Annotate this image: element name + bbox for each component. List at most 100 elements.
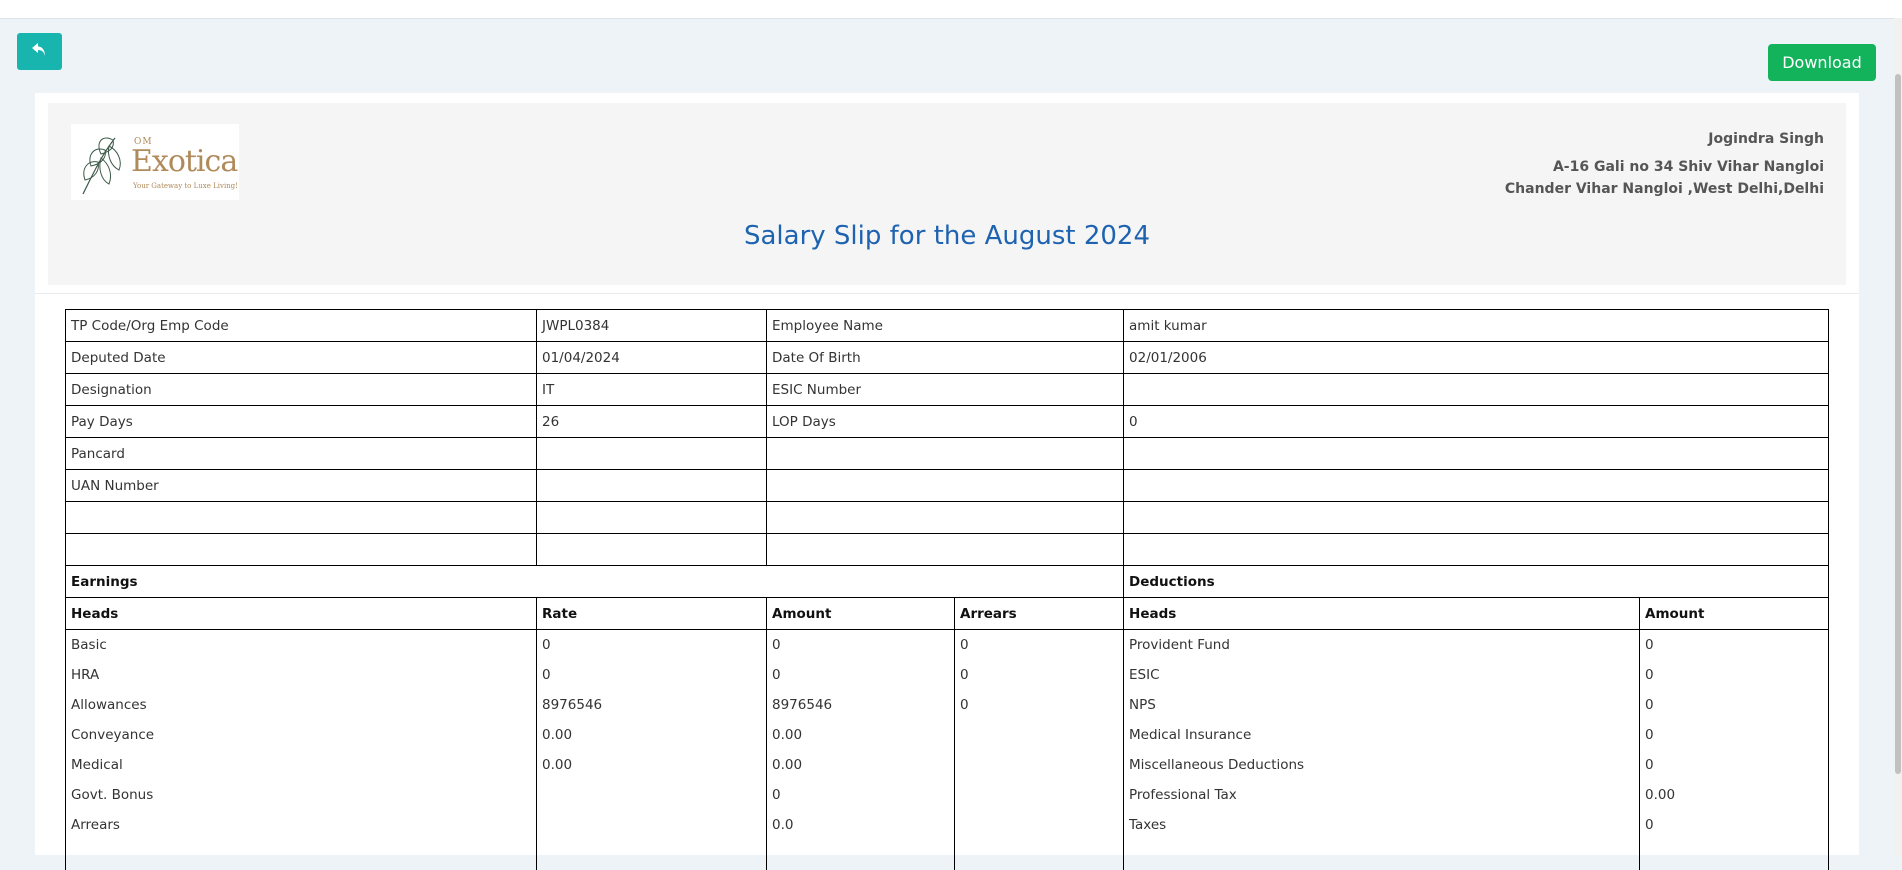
table-row: Basic 0 0 0 Provident Fund 0	[65, 629, 1830, 660]
pancard-value	[536, 437, 767, 470]
deduction-amount: 0	[1639, 660, 1830, 690]
table-cell	[65, 501, 537, 534]
earning-arrears: 0	[953, 660, 1125, 690]
deduction-head: ESIC	[1123, 660, 1641, 690]
company-logo: OM Exotica Your Gateway to Luxe Living!	[71, 124, 239, 200]
earning-rate	[536, 810, 767, 840]
earning-rate: 0	[536, 660, 767, 690]
uan-number-label: UAN Number	[65, 469, 537, 502]
deduction-head: Provident Fund	[1123, 629, 1641, 660]
company-name: Jogindra Singh	[1708, 131, 1824, 147]
top-bar	[0, 0, 1902, 19]
download-button[interactable]: Download	[1768, 44, 1876, 81]
deduction-amount: 0	[1639, 750, 1830, 780]
deductions-heads-header: Heads	[1123, 597, 1641, 630]
earning-arrears	[953, 720, 1125, 750]
lop-days-label: LOP Days	[765, 405, 1125, 438]
table-cell	[536, 533, 767, 566]
deduction-head: Medical Insurance	[1123, 720, 1641, 750]
deduction-head: Taxes	[1123, 810, 1641, 840]
slip-header: OM Exotica Your Gateway to Luxe Living! …	[48, 103, 1846, 285]
table-row: Conveyance 0.00 0.00 Medical Insurance 0	[65, 720, 1830, 750]
scrollbar-thumb[interactable]	[1895, 74, 1901, 774]
table-row: Pancard	[65, 437, 1830, 470]
salary-table: TP Code/Org Emp Code JWPL0384 Employee N…	[64, 309, 1830, 870]
earning-arrears	[953, 750, 1125, 780]
table-row: Allowances 8976546 8976546 0 NPS 0	[65, 690, 1830, 720]
table-cell	[765, 469, 1125, 502]
table-cell	[1123, 533, 1830, 566]
logo-name: Exotica	[131, 144, 238, 179]
slip-title: Salary Slip for the August 2024	[743, 221, 1151, 251]
column-header-row: Heads Rate Amount Arrears Heads Amount	[65, 597, 1830, 630]
table-cell	[765, 501, 1125, 534]
table-cell	[1123, 469, 1830, 502]
table-row: TP Code/Org Emp Code JWPL0384 Employee N…	[65, 309, 1830, 342]
table-cell	[765, 533, 1125, 566]
earning-head: Allowances	[65, 690, 537, 720]
table-row: Designation IT ESIC Number	[65, 373, 1830, 406]
earning-amount: 0.00	[766, 750, 955, 780]
earning-head: Basic	[65, 629, 537, 660]
company-address-line2: Chander Vihar Nangloi ,West Delhi,Delhi	[1504, 181, 1824, 197]
table-cell	[536, 501, 767, 534]
table-cell	[765, 437, 1125, 470]
table-row	[65, 501, 1830, 534]
table-cell	[1639, 840, 1830, 870]
table-cell	[1123, 840, 1641, 870]
uan-number-value	[536, 469, 767, 502]
earning-amount: 0	[766, 780, 955, 810]
deduction-head: Professional Tax	[1123, 780, 1641, 810]
earning-head: Medical	[65, 750, 537, 780]
designation-label: Designation	[65, 373, 537, 406]
logo-tagline: Your Gateway to Luxe Living!	[133, 182, 238, 190]
table-row: Arrears 0.0 Taxes 0	[65, 810, 1830, 840]
pancard-label: Pancard	[65, 437, 537, 470]
earning-head: HRA	[65, 660, 537, 690]
earning-amount: 8976546	[766, 690, 955, 720]
earning-arrears	[953, 810, 1125, 840]
esic-number-value	[1123, 373, 1830, 406]
deputed-date-value: 01/04/2024	[536, 341, 767, 374]
table-cell	[536, 840, 767, 870]
earning-head: Govt. Bonus	[65, 780, 537, 810]
designation-value: IT	[536, 373, 767, 406]
earning-rate: 0.00	[536, 720, 767, 750]
earnings-rate-header: Rate	[536, 597, 767, 630]
earning-rate: 0.00	[536, 750, 767, 780]
header-divider	[35, 293, 1859, 294]
table-row	[65, 533, 1830, 566]
back-button[interactable]	[17, 33, 62, 70]
earning-arrears	[953, 780, 1125, 810]
earnings-heads-header: Heads	[65, 597, 537, 630]
back-arrow-icon	[31, 42, 49, 61]
earning-rate	[536, 780, 767, 810]
earning-rate: 8976546	[536, 690, 767, 720]
table-cell	[65, 533, 537, 566]
salary-slip: OM Exotica Your Gateway to Luxe Living! …	[35, 93, 1859, 870]
deductions-amount-header: Amount	[1639, 597, 1830, 630]
deputed-date-label: Deputed Date	[65, 341, 537, 374]
deduction-amount: 0	[1639, 629, 1830, 660]
lop-days-value: 0	[1123, 405, 1830, 438]
table-row	[65, 840, 1830, 870]
deduction-amount: 0	[1639, 690, 1830, 720]
earnings-amount-header: Amount	[766, 597, 955, 630]
table-row: Deputed Date 01/04/2024 Date Of Birth 02…	[65, 341, 1830, 374]
deduction-amount: 0.00	[1639, 780, 1830, 810]
esic-number-label: ESIC Number	[765, 373, 1125, 406]
earning-amount: 0	[766, 660, 955, 690]
deductions-section-title: Deductions	[1123, 565, 1830, 598]
table-row: UAN Number	[65, 469, 1830, 502]
leaf-icon	[82, 137, 121, 195]
table-cell	[1123, 501, 1830, 534]
pay-days-value: 26	[536, 405, 767, 438]
deduction-amount: 0	[1639, 720, 1830, 750]
table-row: Medical 0.00 0.00 Miscellaneous Deductio…	[65, 750, 1830, 780]
table-cell	[65, 840, 537, 870]
deduction-head: NPS	[1123, 690, 1641, 720]
pay-days-label: Pay Days	[65, 405, 537, 438]
scrollbar[interactable]	[1894, 18, 1902, 855]
table-row: Govt. Bonus 0 Professional Tax 0.00	[65, 780, 1830, 810]
section-header-row: Earnings Deductions	[64, 565, 1830, 598]
